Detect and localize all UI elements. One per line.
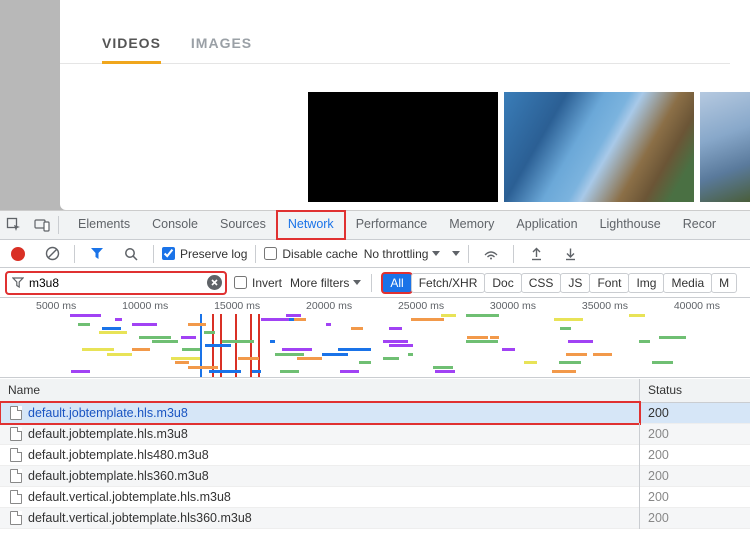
request-status: 200 — [640, 507, 750, 529]
request-name: default.jobtemplate.hls.m3u8 — [28, 406, 188, 420]
devtools-tab-performance[interactable]: Performance — [345, 211, 439, 239]
disable-cache-checkbox[interactable]: Disable cache — [264, 247, 357, 261]
network-request-row[interactable]: default.jobtemplate.hls360.m3u8 200 — [0, 466, 750, 487]
document-icon — [10, 427, 22, 441]
throttling-select[interactable]: No throttling — [364, 247, 441, 261]
preserve-log-label: Preserve log — [180, 247, 247, 261]
record-button[interactable] — [4, 240, 32, 268]
column-header-name[interactable]: Name — [0, 379, 640, 402]
devtools-tab-network[interactable]: Network — [277, 211, 345, 239]
devtools-tab-recorder[interactable]: Recor — [672, 211, 727, 239]
document-icon — [10, 490, 22, 504]
more-filters-dropdown[interactable]: More filters — [290, 276, 361, 290]
download-har-icon[interactable] — [556, 240, 584, 268]
devtools-panel: Elements Console Sources Network Perform… — [0, 210, 750, 560]
search-icon[interactable] — [117, 240, 145, 268]
chevron-down-icon — [432, 251, 440, 256]
devtools-tab-memory[interactable]: Memory — [438, 211, 505, 239]
request-name: default.jobtemplate.hls480.m3u8 — [28, 448, 209, 462]
inspect-element-icon[interactable] — [0, 211, 28, 239]
type-filter-manifest[interactable]: M — [711, 273, 737, 293]
devtools-tab-elements[interactable]: Elements — [67, 211, 141, 239]
devtools-tab-sources[interactable]: Sources — [209, 211, 277, 239]
preserve-log-checkbox[interactable]: Preserve log — [162, 247, 247, 261]
video-thumbnail[interactable] — [700, 92, 750, 202]
type-filter-css[interactable]: CSS — [521, 273, 562, 293]
disable-cache-label: Disable cache — [282, 247, 357, 261]
request-name: default.jobtemplate.hls360.m3u8 — [28, 469, 209, 483]
invert-label: Invert — [252, 276, 282, 290]
tab-videos[interactable]: VIDEOS — [102, 35, 161, 64]
chevron-down-icon — [353, 280, 361, 285]
type-filter-group: All Fetch/XHR Doc CSS JS Font Img Media … — [382, 273, 737, 293]
video-thumbnail[interactable] — [504, 92, 694, 202]
tab-images[interactable]: IMAGES — [191, 35, 252, 63]
type-filter-font[interactable]: Font — [589, 273, 629, 293]
request-name: default.jobtemplate.hls.m3u8 — [28, 427, 188, 441]
network-request-row[interactable]: default.vertical.jobtemplate.hls360.m3u8… — [0, 508, 750, 529]
document-icon — [10, 406, 22, 420]
document-icon — [10, 511, 22, 525]
type-filter-media[interactable]: Media — [663, 273, 712, 293]
filter-icon[interactable] — [83, 240, 111, 268]
column-header-status[interactable]: Status — [640, 379, 750, 402]
filter-input-container — [6, 272, 226, 294]
device-toolbar-icon[interactable] — [28, 211, 56, 239]
network-request-row[interactable]: default.vertical.jobtemplate.hls.m3u8 200 — [0, 487, 750, 508]
devtools-tab-lighthouse[interactable]: Lighthouse — [589, 211, 672, 239]
devtools-tab-application[interactable]: Application — [505, 211, 588, 239]
request-name: default.vertical.jobtemplate.hls.m3u8 — [28, 490, 231, 504]
request-status: 200 — [640, 465, 750, 487]
page-tabs: VIDEOS IMAGES — [60, 0, 730, 64]
request-status: 200 — [640, 423, 750, 445]
document-icon — [10, 469, 22, 483]
upload-har-icon[interactable] — [522, 240, 550, 268]
video-thumbnail[interactable] — [308, 92, 498, 202]
request-name: default.vertical.jobtemplate.hls360.m3u8 — [28, 511, 252, 525]
request-status: 200 — [640, 402, 750, 424]
network-request-row[interactable]: default.jobtemplate.hls480.m3u8 200 — [0, 445, 750, 466]
type-filter-fetch[interactable]: Fetch/XHR — [411, 273, 486, 293]
type-filter-js[interactable]: JS — [560, 273, 590, 293]
network-request-row[interactable]: default.jobtemplate.hls.m3u8 200 — [0, 424, 750, 445]
filter-funnel-icon — [11, 276, 25, 290]
network-timeline[interactable]: 5000 ms 10000 ms 15000 ms 20000 ms 25000… — [0, 298, 750, 378]
network-conditions-icon[interactable] — [477, 240, 505, 268]
network-request-row[interactable]: default.jobtemplate.hls.m3u8 200 — [0, 403, 750, 424]
clear-button[interactable] — [38, 240, 66, 268]
network-table: Name Status default.jobtemplate.hls.m3u8… — [0, 379, 750, 560]
invert-checkbox[interactable]: Invert — [234, 276, 282, 290]
type-filter-img[interactable]: Img — [628, 273, 664, 293]
request-status: 200 — [640, 444, 750, 466]
request-status: 200 — [640, 486, 750, 508]
type-filter-all[interactable]: All — [382, 273, 411, 293]
document-icon — [10, 448, 22, 462]
filter-input[interactable] — [29, 276, 203, 290]
type-filter-doc[interactable]: Doc — [484, 273, 521, 293]
devtools-tab-console[interactable]: Console — [141, 211, 209, 239]
clear-filter-icon[interactable] — [207, 275, 222, 290]
